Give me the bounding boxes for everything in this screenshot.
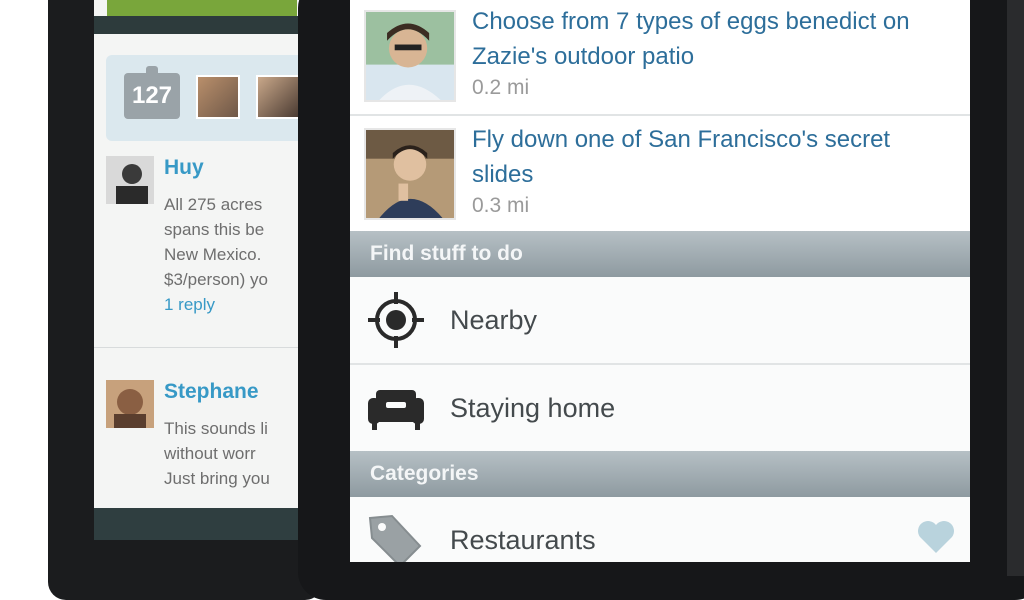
menu-item-label: Staying home [450, 393, 616, 423]
feed-item-title[interactable]: Fly down one of San Francisco's secret s… [472, 122, 952, 192]
comment-author[interactable]: Stephane [164, 380, 259, 404]
feed-item[interactable]: Choose from 7 types of eggs benedict on … [350, 0, 970, 116]
back-phone: 127 Huy All 275 acres spans this be New … [48, 0, 346, 600]
feed-item-distance: 0.2 mi [472, 76, 530, 99]
tag-icon [368, 514, 422, 562]
menu-item-label: Nearby [450, 305, 538, 335]
feed-item-title[interactable]: Choose from 7 types of eggs benedict on … [472, 4, 952, 74]
location-target-icon [368, 292, 424, 348]
avatar[interactable] [106, 156, 154, 204]
feed-thumbnail [364, 10, 456, 102]
phone-edge [1007, 0, 1024, 576]
sofa-icon [368, 390, 424, 430]
feed-item-distance: 0.3 mi [472, 194, 530, 217]
back-action-button[interactable] [107, 0, 297, 16]
menu-item-restaurants[interactable]: Restaurants [350, 497, 970, 562]
section-header-find-stuff: Find stuff to do [350, 231, 970, 277]
comment-author[interactable]: Huy [164, 156, 204, 180]
menu-item-label: Restaurants [450, 525, 596, 555]
heart-icon[interactable] [916, 519, 956, 555]
avatar[interactable] [256, 75, 300, 119]
menu-item-nearby[interactable]: Nearby [350, 277, 970, 365]
front-phone-screen: Choose from 7 types of eggs benedict on … [350, 0, 970, 562]
avatar[interactable] [106, 380, 154, 428]
feed-item[interactable]: Fly down one of San Francisco's secret s… [350, 116, 970, 234]
comment-text: All 275 acres spans this be New Mexico. … [164, 195, 268, 314]
avatar[interactable] [196, 75, 240, 119]
reply-link[interactable]: 1 reply [164, 295, 215, 314]
menu-item-staying-home[interactable]: Staying home [350, 365, 970, 453]
comment-text: This sounds li without worr Just bring y… [164, 419, 270, 488]
front-phone: Choose from 7 types of eggs benedict on … [298, 0, 1024, 600]
section-header-categories: Categories [350, 451, 970, 497]
feed-thumbnail [364, 128, 456, 220]
checkin-count-badge[interactable]: 127 [124, 66, 180, 119]
